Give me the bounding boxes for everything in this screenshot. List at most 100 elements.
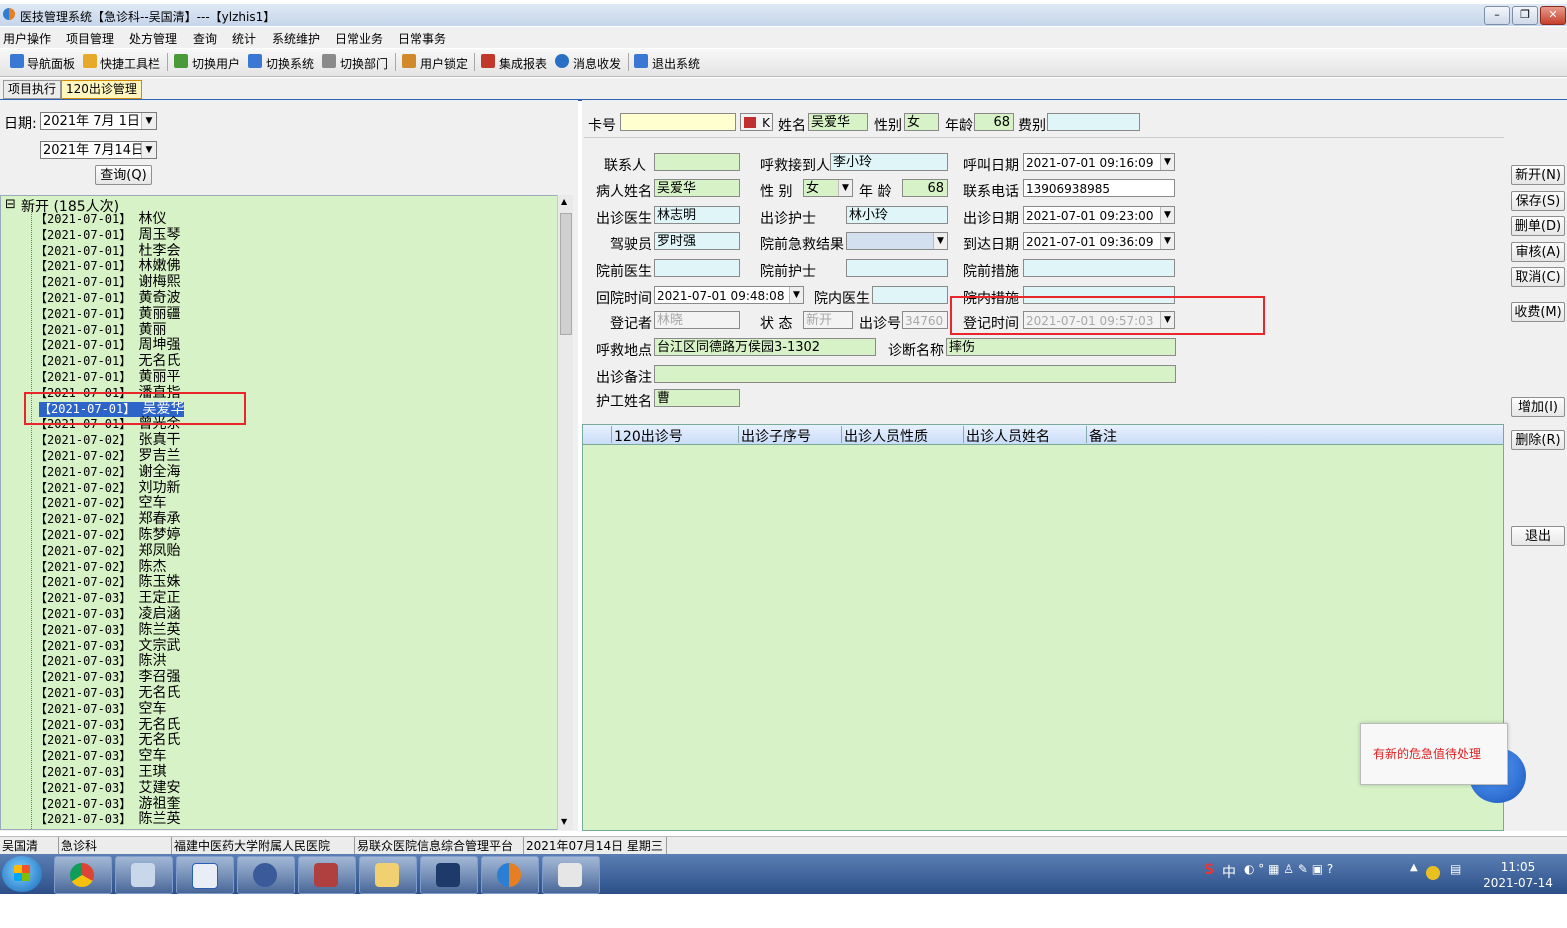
taskbar-app-compass[interactable] <box>237 856 295 894</box>
tree-item[interactable]: 【2021-07-01】 林嫩佛 <box>35 259 180 274</box>
tree-item[interactable]: 【2021-07-01】 杜李会 <box>35 243 180 259</box>
collapse-icon[interactable]: ⊟ <box>5 197 16 212</box>
col-staff-type[interactable]: 出诊人员性质 <box>841 426 960 445</box>
menu-stats[interactable]: 统计 <box>232 30 256 47</box>
tree-item[interactable]: 【2021-07-03】 空车 <box>35 701 166 717</box>
tree-item[interactable]: 【2021-07-02】 罗吉兰 <box>35 449 180 464</box>
tree-item[interactable]: 【2021-07-03】 无名氏 <box>35 686 180 701</box>
doctor-field[interactable]: 林志明 <box>654 206 740 224</box>
tree-item[interactable]: 【2021-07-03】 陈兰英 <box>35 812 180 827</box>
tree-item[interactable]: 【2021-07-01】 林仪 <box>35 212 166 227</box>
tree-item[interactable]: 【2021-07-03】 陈兰英 <box>35 622 180 638</box>
tree-item[interactable]: 【2021-07-01】 黄丽 <box>35 322 166 338</box>
tree-item[interactable]: 【2021-07-03】 游祖奎 <box>35 796 180 812</box>
remark-field[interactable] <box>654 365 1176 383</box>
toolbar-switch-dept[interactable]: 切换部门 <box>340 55 388 72</box>
clock[interactable]: 11:05 2021-07-14 <box>1480 859 1556 891</box>
tree-item[interactable]: 【2021-07-03】 无名氏 <box>35 717 180 733</box>
cancel-button[interactable]: 取消(C) <box>1511 267 1565 287</box>
return-time-picker[interactable]: 2021-07-01 09:48:08 ▼ <box>654 286 804 304</box>
tree-item[interactable]: 【2021-07-03】 王定正 <box>35 591 180 606</box>
delete-order-button[interactable]: 删单(D) <box>1511 216 1565 236</box>
tab-project-exec[interactable]: 项目执行 <box>3 80 62 99</box>
tree-scrollbar[interactable]: ▲ ▼ <box>557 195 573 830</box>
tree-item[interactable]: 【2021-07-02】 郑春承 <box>35 512 180 527</box>
save-button[interactable]: 保存(S) <box>1511 191 1565 211</box>
tree-item[interactable]: 【2021-07-02】 陈杰 <box>35 559 166 575</box>
network-icon[interactable]: ▤ <box>1450 862 1461 876</box>
tree-item[interactable]: 【2021-07-03】 艾建安 <box>35 780 180 796</box>
name-field[interactable]: 吴爱华 <box>808 113 868 131</box>
restore-button[interactable]: ❐ <box>1512 6 1538 25</box>
diagnosis-field[interactable]: 摔伤 <box>946 338 1176 356</box>
tree-item[interactable]: 【2021-07-03】 文宗武 <box>35 638 180 654</box>
col-sub-no[interactable]: 出诊子序号 <box>738 426 837 445</box>
patient-name-field[interactable]: 吴爱华 <box>654 179 740 197</box>
tree-item[interactable]: 【2021-07-01】 谢梅熙 <box>35 275 180 290</box>
menu-daily-affairs[interactable]: 日常事务 <box>398 30 446 47</box>
tree-item[interactable]: 【2021-07-03】 李召强 <box>35 670 180 685</box>
tree-item[interactable]: 【2021-07-03】 无名氏 <box>35 733 180 748</box>
taskbar-sql[interactable] <box>420 856 478 894</box>
sex-select[interactable]: 女 ▼ <box>803 179 853 197</box>
tree-item[interactable]: 【2021-07-02】 张真干 <box>35 433 180 448</box>
card-input[interactable] <box>620 113 736 131</box>
tray-icons[interactable]: ◐ ° ▦ ♙ ✎ ▣ ? <box>1244 862 1333 876</box>
tree-item[interactable]: 【2021-07-01】 黄奇波 <box>35 291 180 306</box>
visit-date-picker[interactable]: 2021-07-01 09:23:00 ▼ <box>1023 206 1175 224</box>
fee-field[interactable] <box>1047 113 1140 131</box>
scroll-down-icon[interactable]: ▼ <box>561 817 567 826</box>
tray-expand-icon[interactable]: ▲ <box>1410 862 1418 873</box>
gender-field[interactable]: 女 <box>904 113 939 131</box>
age-field[interactable]: 68 <box>974 113 1014 131</box>
tree-item[interactable]: 【2021-07-03】 陈洪 <box>35 654 166 669</box>
receiver-field[interactable]: 李小玲 <box>830 153 948 171</box>
pre-measure-field[interactable] <box>1023 259 1175 277</box>
menu-prescription[interactable]: 处方管理 <box>129 30 177 47</box>
col-remark[interactable]: 备注 <box>1086 426 1189 445</box>
age2-field[interactable]: 68 <box>902 179 948 197</box>
pre-nurse-field[interactable] <box>846 259 948 277</box>
tree-item[interactable]: 【2021-07-02】 空车 <box>35 496 166 511</box>
toolbar-shortcuts[interactable]: 快捷工具栏 <box>100 55 160 72</box>
card-read-button[interactable]: K <box>740 113 773 131</box>
tree-item[interactable]: 【2021-07-01】 周坤强 <box>35 338 180 353</box>
charge-button[interactable]: 收费(M) <box>1511 302 1565 322</box>
patient-tree[interactable]: ⊟ 新开 (185人次) 【2021-07-01】 林仪 【2021-07-01】… <box>0 195 570 830</box>
taskbar-app-database[interactable] <box>298 856 356 894</box>
tree-item[interactable]: 【2021-07-01】 黄丽疆 <box>35 306 180 322</box>
col-visit-no[interactable]: 120出诊号 <box>611 426 710 445</box>
contact-field[interactable] <box>654 153 740 171</box>
menu-project[interactable]: 项目管理 <box>66 30 114 47</box>
tree-item[interactable]: 【2021-07-02】 谢全海 <box>35 464 180 480</box>
menu-daily-business[interactable]: 日常业务 <box>335 30 383 47</box>
new-button[interactable]: 新开(N) <box>1511 165 1565 185</box>
taskbar-his-app[interactable] <box>481 856 539 894</box>
tab-120-visit[interactable]: 120出诊管理 <box>61 80 142 99</box>
toolbar-messages[interactable]: 消息收发 <box>573 55 621 72</box>
tree-item[interactable]: 【2021-07-02】 刘功新 <box>35 480 180 496</box>
menu-user-ops[interactable]: 用户操作 <box>3 30 51 47</box>
taskbar-explorer[interactable] <box>359 856 417 894</box>
tray-app-icon[interactable] <box>1426 866 1440 880</box>
ime-mode[interactable]: 中 <box>1222 862 1236 882</box>
taskbar-app-clipboard[interactable] <box>176 856 234 894</box>
menu-query[interactable]: 查询 <box>193 30 217 47</box>
taskbar-app-nurse[interactable] <box>542 856 600 894</box>
col-staff-name[interactable]: 出诊人员姓名 <box>963 426 1082 445</box>
toolbar-switch-user[interactable]: 切换用户 <box>192 55 240 72</box>
tree-item[interactable]: 【2021-07-01】 黄丽平 <box>35 370 180 385</box>
critical-value-notification[interactable]: 有新的危急值待处理 <box>1360 723 1508 785</box>
scroll-up-icon[interactable]: ▲ <box>561 197 567 206</box>
arrive-date-picker[interactable]: 2021-07-01 09:36:09 ▼ <box>1023 232 1175 250</box>
menu-maintenance[interactable]: 系统维护 <box>272 30 320 47</box>
tree-item[interactable]: 【2021-07-02】 陈玉姝 <box>35 575 180 590</box>
driver-field[interactable]: 罗时强 <box>654 232 740 250</box>
minimize-button[interactable]: – <box>1484 6 1510 25</box>
date-from-picker[interactable]: 2021年 7月 1日 ▼ <box>40 112 157 130</box>
pre-doctor-field[interactable] <box>654 259 740 277</box>
tree-item[interactable]: 【2021-07-01】 无名氏 <box>35 354 180 369</box>
in-doctor-field[interactable] <box>872 286 948 304</box>
date-to-picker[interactable]: 2021年 7月14日 ▼ <box>40 141 157 159</box>
tree-item[interactable]: 【2021-07-02】 郑凤贻 <box>35 543 180 559</box>
